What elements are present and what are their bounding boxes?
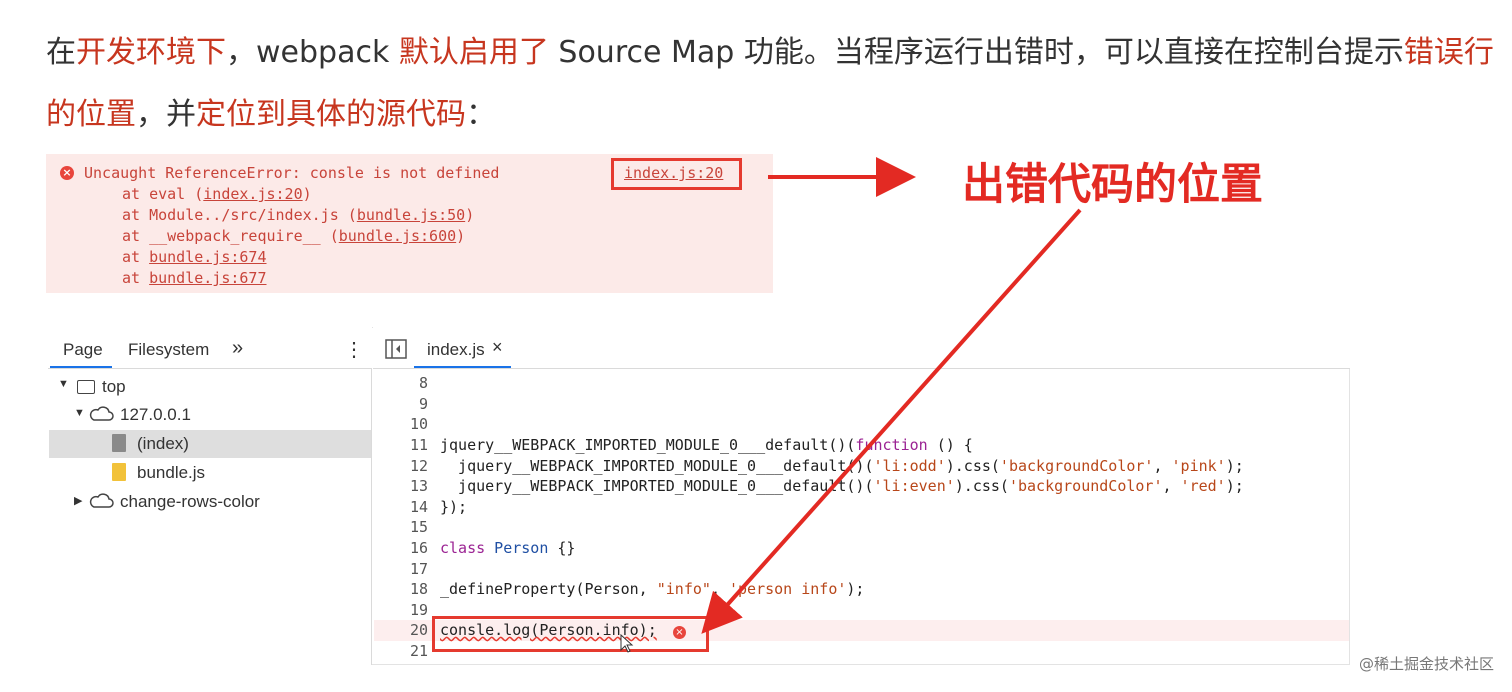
arrow-to-code-line	[701, 208, 1082, 634]
mouse-cursor-icon	[620, 634, 634, 653]
annotation-arrows	[701, 157, 1082, 634]
watermark: @稀土掘金技术社区	[1358, 655, 1494, 673]
